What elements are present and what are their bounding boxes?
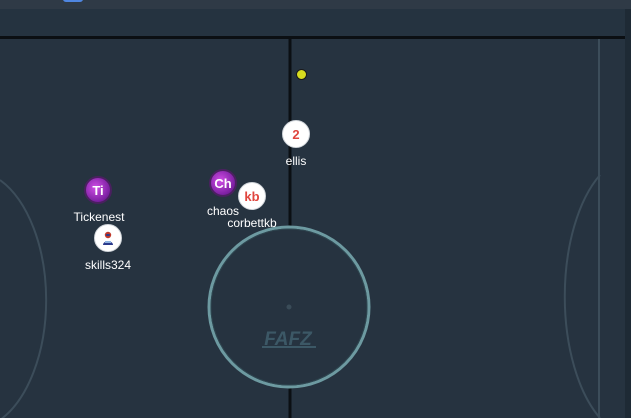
player-avatar[interactable]: 2 — [282, 120, 310, 148]
player-name: skills324 — [84, 258, 132, 272]
player-avatar[interactable] — [94, 224, 122, 252]
player-name: corbettkb — [227, 216, 277, 230]
player-name: Tickenest — [73, 210, 125, 224]
center-dot — [286, 304, 292, 310]
player-avatar[interactable]: Ti — [84, 176, 112, 204]
right-boards — [625, 9, 631, 418]
right-faceoff-arc — [563, 174, 601, 418]
puck-icon[interactable] — [296, 69, 307, 80]
player-name: ellis — [285, 154, 307, 168]
rink-field: FAFZ — [0, 38, 601, 418]
top-boards — [0, 36, 625, 39]
player-avatar[interactable]: Ch — [209, 169, 237, 197]
player-avatar[interactable]: kb — [238, 182, 266, 210]
left-faceoff-arc — [0, 179, 48, 418]
person-icon — [103, 231, 113, 245]
